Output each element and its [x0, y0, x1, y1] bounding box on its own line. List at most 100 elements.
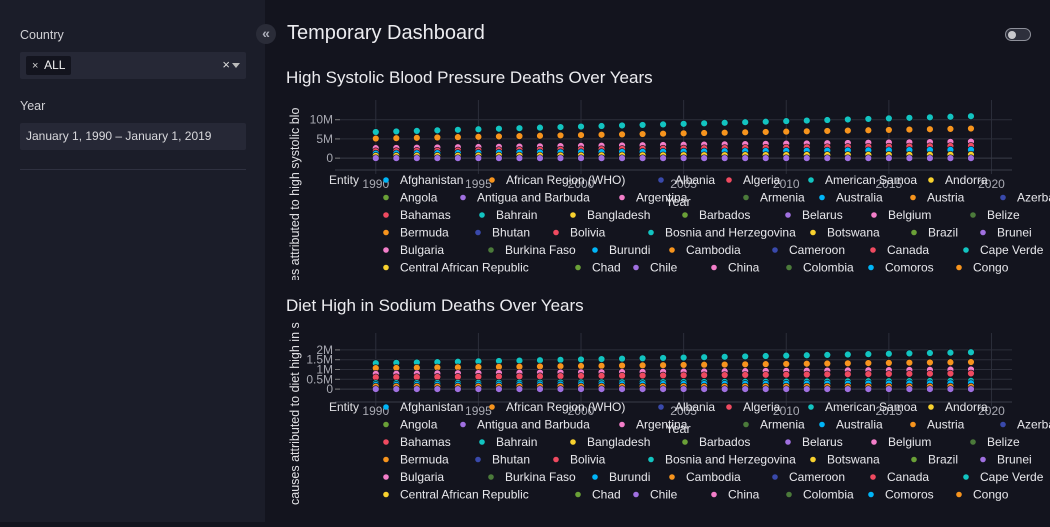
x-tick-label: 1995 — [465, 177, 492, 191]
data-point — [741, 360, 749, 369]
data-point — [679, 353, 688, 362]
data-point — [967, 124, 975, 133]
legend-item: Cambodia — [686, 470, 741, 484]
data-point — [618, 385, 626, 393]
legend-item: Bahrain — [496, 208, 537, 222]
legend-item: Bahamas — [400, 435, 451, 449]
data-point — [782, 154, 790, 162]
legend-item: Albania — [675, 173, 715, 187]
data-point — [556, 154, 565, 162]
legend-item: Chile — [650, 488, 678, 502]
data-point — [515, 124, 524, 132]
data-point — [967, 112, 975, 120]
data-point — [372, 385, 380, 393]
legend-item: Comoros — [885, 261, 934, 275]
collapse-sidebar-icon[interactable]: « — [256, 24, 276, 44]
legend-marker — [553, 229, 559, 236]
legend-marker — [633, 264, 639, 271]
legend-marker — [658, 177, 664, 183]
year-range-picker[interactable]: January 1, 1990 – January 1, 2019 — [20, 123, 246, 150]
data-point — [679, 361, 688, 369]
legend-marker — [970, 439, 976, 445]
data-point — [741, 128, 749, 137]
legend-marker — [619, 194, 625, 201]
y-tick-label: 2M — [316, 343, 333, 357]
data-point — [885, 126, 893, 134]
data-point — [864, 154, 873, 162]
data-point — [700, 119, 708, 127]
data-point — [474, 372, 483, 381]
data-point — [577, 355, 585, 364]
data-point — [762, 360, 770, 368]
data-point — [700, 129, 708, 137]
clear-icon[interactable]: × — [222, 57, 230, 72]
data-point — [720, 360, 729, 369]
data-point — [556, 356, 565, 364]
data-point — [782, 370, 790, 379]
legend-marker — [808, 177, 814, 183]
data-point — [474, 385, 483, 393]
data-point — [597, 385, 606, 393]
legend-item: Angola — [400, 418, 438, 432]
legend-marker — [460, 421, 466, 428]
legend-marker — [475, 456, 481, 463]
legend-marker — [870, 247, 876, 253]
data-point — [413, 385, 421, 393]
sidebar: Country × ALL × Year January 1, 1990 – J… — [0, 0, 265, 522]
data-point — [782, 127, 790, 136]
data-point — [679, 129, 688, 138]
data-point — [700, 353, 708, 361]
chart-sbp-svg: 05M10M1990 1995 2000 2005 2010 2015 2020High S… — [286, 68, 1050, 282]
legend-marker — [682, 439, 688, 445]
legend-marker — [648, 456, 654, 463]
y-tick-label: 0 — [326, 151, 333, 165]
country-chip[interactable]: × ALL — [26, 56, 72, 75]
data-point — [392, 134, 401, 142]
data-point — [433, 126, 442, 135]
legend-item: Brazil — [928, 453, 958, 467]
data-point — [577, 131, 585, 139]
data-point — [762, 117, 770, 126]
data-point — [905, 349, 914, 358]
legend-item: Bahamas — [400, 208, 451, 222]
data-point — [803, 154, 811, 162]
data-point — [638, 371, 647, 380]
theme-toggle[interactable] — [1005, 28, 1031, 41]
data-point — [659, 361, 667, 369]
data-point — [700, 385, 708, 393]
legend-item: Central African Republic — [400, 261, 529, 275]
legend-marker — [475, 229, 481, 236]
data-point — [885, 370, 893, 378]
data-point — [536, 132, 544, 140]
data-point — [741, 371, 749, 379]
data-point — [597, 362, 606, 370]
legend-marker — [819, 194, 825, 201]
chevron-down-icon[interactable] — [232, 63, 240, 68]
data-point — [720, 154, 729, 162]
data-point — [803, 385, 811, 393]
data-point — [392, 154, 401, 162]
legend-item: Angola — [400, 191, 438, 205]
data-point — [433, 154, 442, 162]
legend-marker — [619, 421, 625, 428]
data-point — [515, 372, 524, 381]
legend-item: Belarus — [802, 208, 843, 222]
data-point — [515, 385, 524, 393]
legend-item: Congo — [973, 488, 1009, 502]
data-point — [967, 385, 975, 393]
chip-remove-icon[interactable]: × — [32, 60, 38, 72]
data-point — [905, 358, 914, 367]
data-point — [946, 358, 955, 366]
legend-marker — [383, 439, 389, 445]
data-point — [864, 359, 873, 367]
data-point — [864, 385, 873, 393]
data-point — [864, 350, 873, 358]
data-point — [844, 115, 852, 124]
country-select[interactable]: × ALL × — [20, 52, 246, 79]
data-point — [597, 122, 606, 130]
legend-item: Botswana — [827, 453, 880, 467]
data-point — [577, 362, 585, 370]
country-label: Country — [20, 28, 64, 42]
data-point — [946, 125, 955, 133]
legend-marker — [911, 229, 917, 236]
